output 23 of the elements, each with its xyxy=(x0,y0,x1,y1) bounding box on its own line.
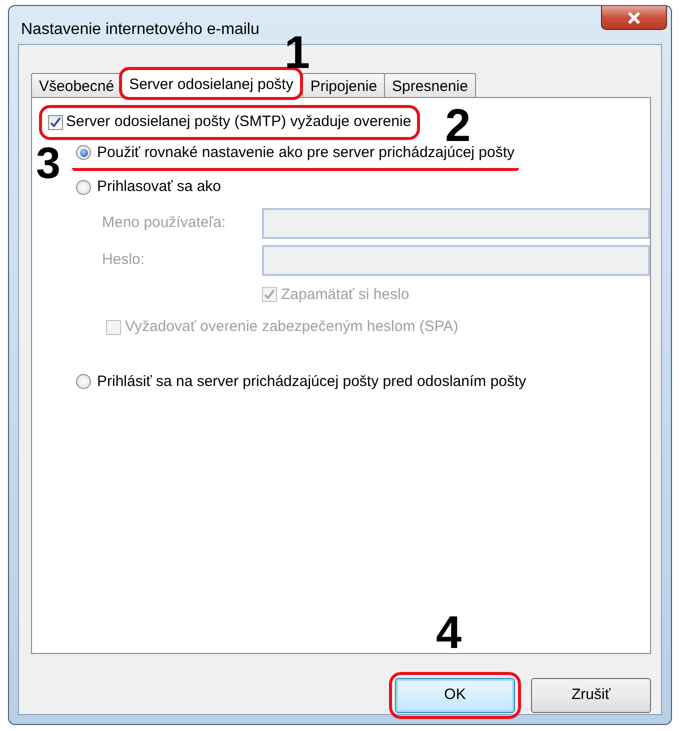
field-label: Meno používateľa: xyxy=(102,212,227,233)
radio-button[interactable] xyxy=(76,374,91,390)
window-title: Nastavenie internetového e-mailu xyxy=(21,20,260,40)
radio-label: Použiť rovnaké nastavenie ako pre server prichádzajúcej pošty xyxy=(97,142,515,162)
tab[interactable]: Všeobecné xyxy=(31,73,122,98)
dialog-button[interactable]: OK xyxy=(395,678,515,713)
dialog-button[interactable]: Zrušiť xyxy=(531,678,651,713)
radio-button[interactable] xyxy=(76,145,91,160)
radio-button[interactable] xyxy=(76,180,91,195)
checkbox[interactable] xyxy=(48,114,63,130)
checkbox-label: Server odosielanej pošty (SMTP) vyžaduje overenie xyxy=(66,112,412,132)
radio-label: Prihlasovať sa ako xyxy=(97,177,222,197)
radio-label: Prihlásiť sa na server prichádzajúcej pošty pred odoslaním pošty xyxy=(97,372,526,392)
checkbox-label: Zapamätať si heslo xyxy=(281,284,410,304)
tab[interactable]: Server odosielanej pošty xyxy=(121,69,302,98)
tab[interactable]: Pripojenie xyxy=(302,73,386,98)
field-label: Heslo: xyxy=(102,250,146,270)
close-button[interactable] xyxy=(601,6,667,30)
callout-number: 3 xyxy=(36,142,60,186)
close-icon xyxy=(627,12,641,24)
tab[interactable]: Spresnenie xyxy=(384,73,476,98)
callout-number: 4 xyxy=(436,609,462,655)
checkbox-label: Vyžadovať overenie zabezpečeným heslom (SPA) xyxy=(125,317,458,337)
